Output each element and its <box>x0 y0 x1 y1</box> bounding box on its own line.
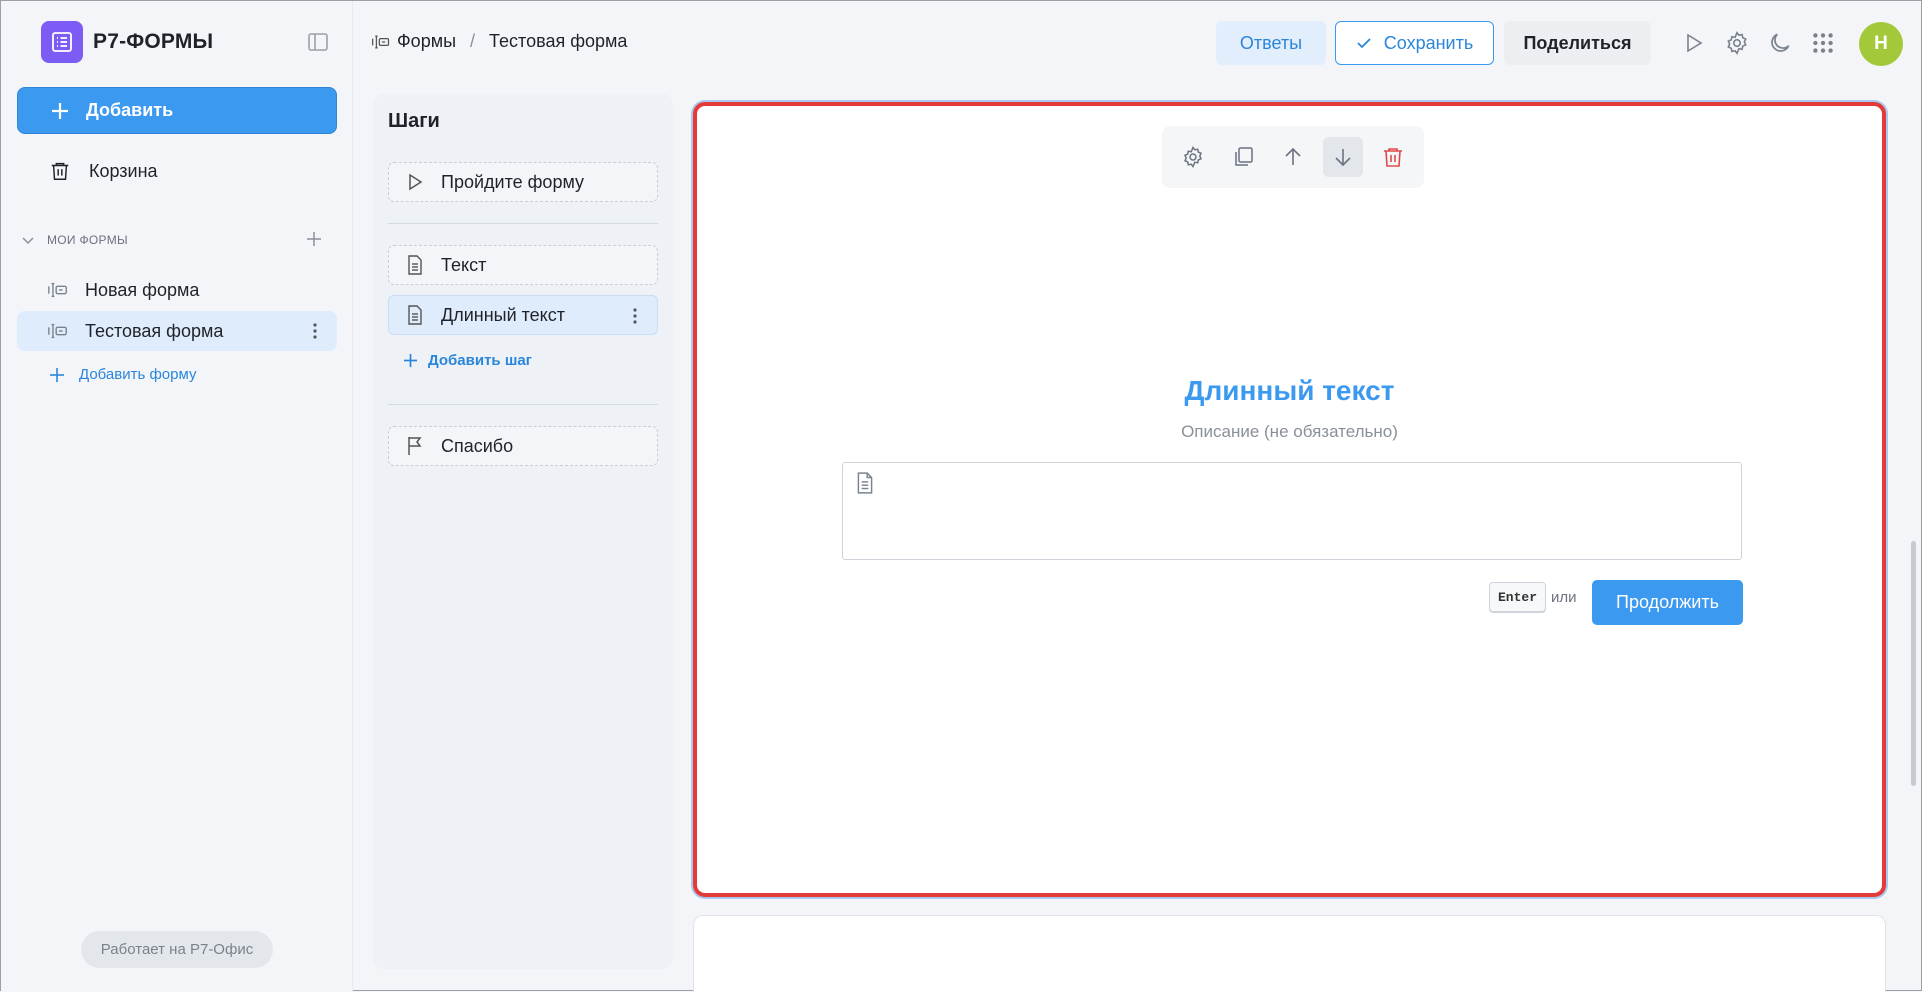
plus-icon <box>50 367 64 382</box>
duplicate-button[interactable] <box>1223 137 1263 177</box>
step-thank-you-label: Спасибо <box>441 435 514 456</box>
arrow-down-icon <box>1335 149 1351 167</box>
apps-grid-icon[interactable] <box>1810 30 1836 56</box>
copy-icon <box>1235 147 1253 166</box>
move-down-button[interactable] <box>1323 137 1363 177</box>
chevron-down-icon <box>22 237 34 245</box>
avatar-initial: Н <box>1874 33 1888 54</box>
steps-divider <box>388 223 658 224</box>
play-preview-icon[interactable] <box>1680 30 1706 56</box>
sidebar-item-test-form[interactable]: Тестовая форма <box>17 311 337 351</box>
check-icon <box>1357 38 1371 49</box>
question-canvas[interactable]: Длинный текст Описание (не обязательно) … <box>693 102 1886 897</box>
form-item-label: Новая форма <box>85 279 200 300</box>
powered-by-label: Работает на Р7-Офис <box>100 941 254 958</box>
my-forms-section[interactable]: МОИ ФОРМЫ <box>21 230 333 248</box>
breadcrumb-forms[interactable]: Формы <box>397 31 456 52</box>
add-form-label: Добавить форму <box>79 366 197 383</box>
arrow-up-icon <box>1285 147 1301 165</box>
app-logo[interactable]: Р7-ФОРМЫ <box>41 21 213 63</box>
trash-link[interactable]: Корзина <box>49 160 158 182</box>
long-text-answer-field[interactable] <box>842 462 1742 560</box>
document-icon <box>408 255 422 275</box>
add-button[interactable]: Добавить <box>17 87 337 134</box>
answers-button[interactable]: Ответы <box>1216 21 1326 65</box>
form-icon <box>48 282 67 298</box>
step-text[interactable]: Текст <box>388 245 658 285</box>
continue-label: Продолжить <box>1616 592 1719 612</box>
step-start-label: Пройдите форму <box>441 171 585 192</box>
form-icon <box>48 323 67 339</box>
section-label: МОИ ФОРМЫ <box>47 233 128 247</box>
scrollbar[interactable] <box>1911 541 1916 786</box>
add-form-plus-icon[interactable] <box>305 230 323 248</box>
sidebar-item-new-form[interactable]: Новая форма <box>17 270 337 310</box>
more-vertical-icon[interactable] <box>305 321 325 341</box>
sidebar: Р7-ФОРМЫ Добавить Корзина МОИ ФОРМЫ Нова… <box>1 1 353 992</box>
or-text: или <box>1551 589 1577 606</box>
breadcrumb-separator: / <box>470 31 476 51</box>
settings-gear-icon[interactable] <box>1724 30 1750 56</box>
form-item-label: Тестовая форма <box>85 320 224 341</box>
answers-label: Ответы <box>1239 32 1303 53</box>
step-long-text[interactable]: Длинный текст <box>388 295 658 335</box>
steps-divider <box>388 404 658 405</box>
question-toolbar <box>1162 126 1424 188</box>
add-step-link[interactable]: Добавить шаг <box>403 352 532 369</box>
trash-label: Корзина <box>89 160 158 181</box>
next-question-card[interactable] <box>693 915 1886 992</box>
settings-gear-icon <box>1184 146 1202 168</box>
step-start[interactable]: Пройдите форму <box>388 162 658 202</box>
steps-title: Шаги <box>388 110 440 132</box>
add-form-link[interactable]: Добавить форму <box>49 366 196 383</box>
plus-icon <box>403 353 418 368</box>
move-up-button[interactable] <box>1273 137 1313 177</box>
breadcrumb: Формы / Тестовая форма <box>371 31 627 52</box>
breadcrumb-current: Тестовая форма <box>489 31 628 51</box>
question-title[interactable]: Длинный текст <box>697 375 1882 407</box>
powered-by-badge[interactable]: Работает на Р7-Офис <box>81 931 273 968</box>
plus-icon <box>52 102 68 119</box>
flag-icon <box>408 437 422 455</box>
user-avatar[interactable]: Н <box>1859 22 1903 66</box>
more-vertical-icon[interactable] <box>625 306 645 326</box>
document-icon <box>408 305 422 325</box>
share-label: Поделиться <box>1523 32 1632 53</box>
forms-logo-icon <box>41 21 83 63</box>
save-label: Сохранить <box>1383 32 1474 53</box>
question-settings-button[interactable] <box>1173 137 1213 177</box>
app-title: Р7-ФОРМЫ <box>93 30 214 53</box>
save-button[interactable]: Сохранить <box>1335 21 1494 65</box>
step-text-label: Текст <box>441 254 487 275</box>
top-bar: Формы / Тестовая форма Ответы Сохранить … <box>353 1 1921 87</box>
question-description[interactable]: Описание (не обязательно) <box>697 422 1882 442</box>
steps-panel: Шаги Пройдите форму Текст Длинный текст … <box>373 94 673 969</box>
trash-icon <box>1384 148 1402 167</box>
trash-icon <box>51 162 69 180</box>
dark-mode-moon-icon[interactable] <box>1767 30 1793 56</box>
sidebar-collapse-icon[interactable] <box>307 31 329 53</box>
form-icon <box>372 35 390 48</box>
enter-key-hint: Enter <box>1489 582 1547 612</box>
step-long-text-label: Длинный текст <box>441 304 565 325</box>
share-button[interactable]: Поделиться <box>1504 21 1651 65</box>
continue-button[interactable]: Продолжить <box>1592 580 1743 625</box>
delete-button[interactable] <box>1373 137 1413 177</box>
step-thank-you[interactable]: Спасибо <box>388 426 658 466</box>
add-button-label: Добавить <box>86 100 174 120</box>
play-icon <box>409 173 423 191</box>
add-step-label: Добавить шаг <box>428 352 532 369</box>
